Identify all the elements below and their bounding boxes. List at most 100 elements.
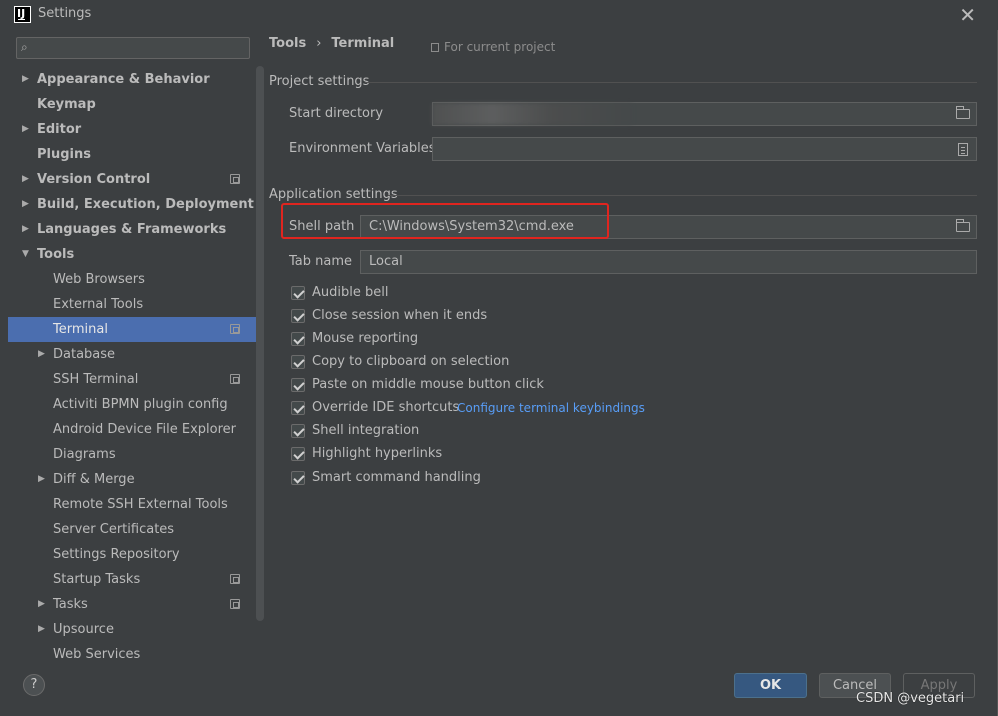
- checkbox-label: Audible bell: [312, 285, 389, 300]
- title-bar: IJ Settings ✕: [0, 0, 998, 30]
- sidebar-item-upsource[interactable]: ▶ Upsource: [8, 617, 256, 642]
- sidebar-item-editor[interactable]: ▶ Editor: [8, 117, 256, 142]
- chevron-right-icon[interactable]: ▶: [38, 467, 45, 492]
- sidebar-item-terminal[interactable]: Terminal: [8, 317, 256, 342]
- sidebar-item-languages-frameworks[interactable]: ▶ Languages & Frameworks: [8, 217, 256, 242]
- chevron-right-icon[interactable]: ▶: [22, 217, 29, 242]
- close-icon[interactable]: ✕: [959, 3, 976, 27]
- sidebar-item-diff-merge[interactable]: ▶ Diff & Merge: [8, 467, 256, 492]
- sidebar-item-label: Web Services: [53, 647, 141, 662]
- checkbox-checked-icon[interactable]: [291, 286, 305, 300]
- sidebar-item-keymap[interactable]: Keymap: [8, 92, 256, 117]
- sidebar-item-tasks[interactable]: ▶ Tasks: [8, 592, 256, 617]
- checkbox-label: Highlight hyperlinks: [312, 446, 443, 461]
- sidebar-item-settings-repository[interactable]: Settings Repository: [8, 542, 256, 567]
- intellij-logo-icon: IJ: [14, 6, 31, 23]
- checkbox-label: Paste on middle mouse button click: [312, 377, 544, 392]
- sidebar-item-label: Tools: [37, 247, 75, 262]
- chevron-right-icon[interactable]: ▶: [22, 67, 29, 92]
- checkbox-checked-icon[interactable]: [291, 447, 305, 461]
- chevron-down-icon[interactable]: ▼: [22, 242, 29, 267]
- sidebar-item-version-control[interactable]: ▶ Version Control: [8, 167, 256, 192]
- sidebar-item-label: Server Certificates: [53, 522, 175, 537]
- configure-keybindings-link[interactable]: Configure terminal keybindings: [457, 398, 645, 418]
- sidebar-item-external-tools[interactable]: External Tools: [8, 292, 256, 317]
- checkbox-label: Copy to clipboard on selection: [312, 354, 510, 369]
- chevron-right-icon[interactable]: ▶: [22, 167, 29, 192]
- sidebar-item-label: Remote SSH External Tools: [53, 497, 228, 512]
- sidebar-item-label: Languages & Frameworks: [37, 222, 227, 237]
- settings-content: Tools › Terminal For current project Proje…: [258, 30, 988, 660]
- application-settings-heading: Application settings: [269, 187, 398, 202]
- sidebar-item-web-services[interactable]: Web Services: [8, 642, 256, 667]
- environment-variables-label: Environment Variables: [289, 141, 436, 156]
- folder-icon[interactable]: [956, 106, 970, 119]
- sidebar-item-build-execution-deployment[interactable]: ▶ Build, Execution, Deployment: [8, 192, 256, 217]
- sidebar-item-label: Android Device File Explorer: [53, 422, 236, 437]
- chevron-right-icon[interactable]: ▶: [38, 342, 45, 367]
- watermark: CSDN @vegetari: [856, 691, 965, 706]
- start-directory-label: Start directory: [289, 106, 384, 121]
- checkbox-checked-icon[interactable]: [291, 332, 305, 346]
- checkbox-checked-icon[interactable]: [291, 378, 305, 392]
- sidebar-item-server-certificates[interactable]: Server Certificates: [8, 517, 256, 542]
- chevron-right-icon[interactable]: ▶: [38, 592, 45, 617]
- checkbox-label: Close session when it ends: [312, 308, 488, 323]
- breadcrumb-parent[interactable]: Tools: [269, 36, 306, 51]
- tab-name-label: Tab name: [289, 254, 353, 269]
- sidebar-item-label: Build, Execution, Deployment: [37, 197, 254, 212]
- tab-name-field[interactable]: Local: [360, 250, 977, 274]
- window-title: Settings: [38, 6, 92, 21]
- sidebar-item-label: Tasks: [53, 597, 88, 612]
- ok-button[interactable]: OK: [734, 673, 807, 698]
- section-divider: [388, 195, 977, 196]
- sidebar-item-label: Keymap: [37, 97, 96, 112]
- sidebar-item-label: Terminal: [53, 322, 108, 337]
- sidebar-item-label: Database: [53, 347, 116, 362]
- sidebar-item-activiti-bpmn-plugin-config[interactable]: Activiti BPMN plugin config: [8, 392, 256, 417]
- sidebar-item-remote-ssh-external-tools[interactable]: Remote SSH External Tools: [8, 492, 256, 517]
- sidebar-item-label: Settings Repository: [53, 547, 180, 562]
- search-input[interactable]: ⌕: [16, 37, 250, 59]
- checkbox-label: Shell integration: [312, 423, 420, 438]
- chevron-right-icon[interactable]: ▶: [22, 192, 29, 217]
- search-icon: ⌕: [21, 40, 28, 54]
- project-scope-icon: [230, 574, 240, 584]
- checkbox-checked-icon[interactable]: [291, 471, 305, 485]
- checkbox-checked-icon[interactable]: [291, 401, 305, 415]
- sidebar-item-label: SSH Terminal: [53, 372, 139, 387]
- sidebar-item-label: Web Browsers: [53, 272, 145, 287]
- checkbox-checked-icon[interactable]: [291, 309, 305, 323]
- sidebar-item-plugins[interactable]: Plugins: [8, 142, 256, 167]
- edit-variables-icon[interactable]: [958, 143, 968, 156]
- settings-window: IJ Settings ✕ ⌕ ▶ Appearance & Behavior Ke…: [0, 0, 998, 716]
- environment-variables-field[interactable]: [432, 137, 977, 161]
- sidebar-item-ssh-terminal[interactable]: SSH Terminal: [8, 367, 256, 392]
- folder-icon[interactable]: [956, 219, 970, 232]
- sidebar-item-label: Appearance & Behavior: [37, 72, 210, 87]
- chevron-right-icon[interactable]: ▶: [38, 617, 45, 642]
- project-scope-icon: [230, 374, 240, 384]
- sidebar-item-web-browsers[interactable]: Web Browsers: [8, 267, 256, 292]
- sidebar-item-label: Activiti BPMN plugin config: [53, 397, 228, 412]
- settings-tree: ▶ Appearance & Behavior Keymap ▶ Editor Plugi…: [8, 67, 256, 667]
- sidebar-item-label: Startup Tasks: [53, 572, 141, 587]
- checkbox-checked-icon[interactable]: [291, 424, 305, 438]
- sidebar-item-database[interactable]: ▶ Database: [8, 342, 256, 367]
- sidebar-item-label: Diagrams: [53, 447, 116, 462]
- sidebar-item-android-device-file-explorer[interactable]: Android Device File Explorer: [8, 417, 256, 442]
- sidebar-item-tools[interactable]: ▼ Tools: [8, 242, 256, 267]
- redacted-path: [432, 103, 632, 125]
- help-button[interactable]: ?: [23, 674, 45, 696]
- sidebar-item-appearance-behavior[interactable]: ▶ Appearance & Behavior: [8, 67, 256, 92]
- chevron-right-icon[interactable]: ▶: [22, 117, 29, 142]
- sidebar-item-label: Upsource: [53, 622, 114, 637]
- project-scope-icon: [230, 599, 240, 609]
- checkbox-label: Smart command handling: [312, 470, 481, 485]
- sidebar-item-label: Editor: [37, 122, 82, 137]
- sidebar-item-startup-tasks[interactable]: Startup Tasks: [8, 567, 256, 592]
- sidebar-item-diagrams[interactable]: Diagrams: [8, 442, 256, 467]
- checkbox-checked-icon[interactable]: [291, 355, 305, 369]
- project-settings-heading: Project settings: [269, 74, 370, 89]
- checkbox-label: Mouse reporting: [312, 331, 419, 346]
